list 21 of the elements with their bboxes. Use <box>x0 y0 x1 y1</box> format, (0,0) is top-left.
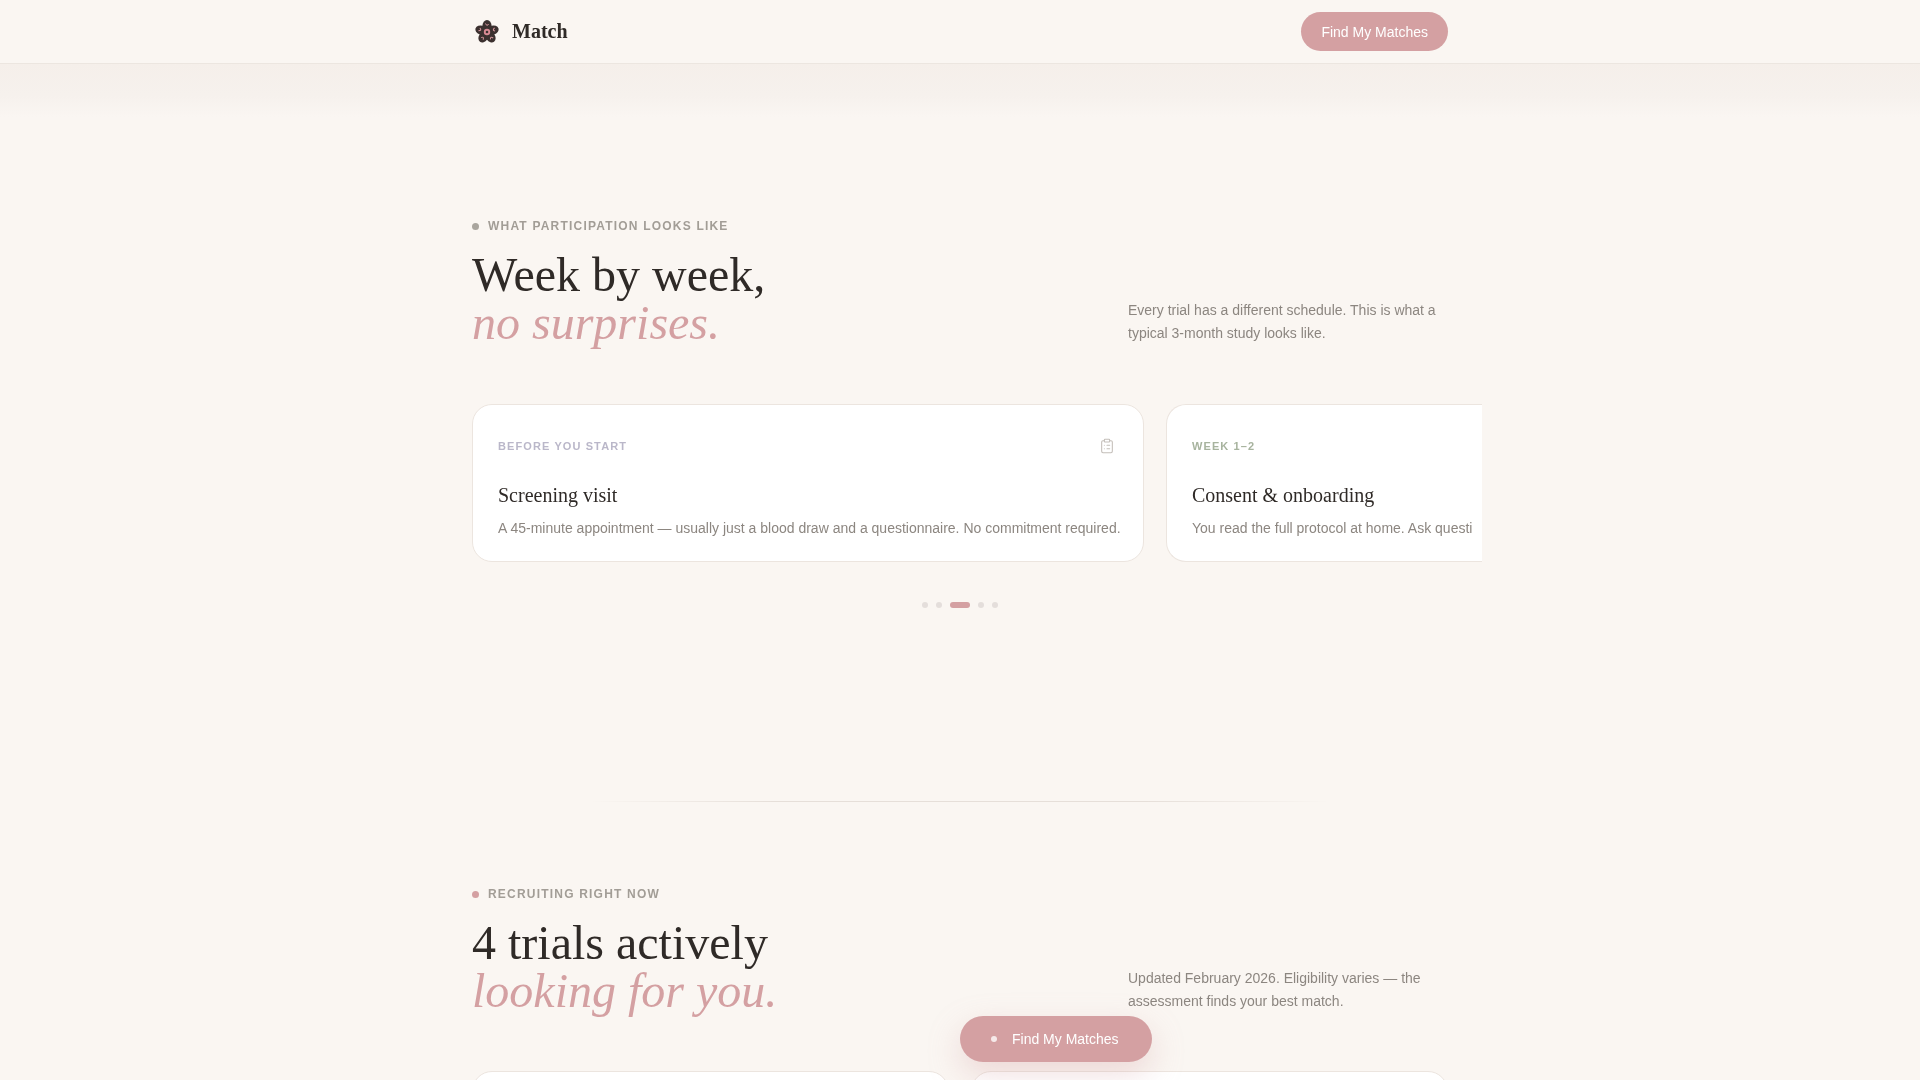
carousel-dot[interactable] <box>992 602 998 608</box>
step-description: You read the full protocol at home. Ask questi <box>1192 519 1473 538</box>
find-matches-button[interactable]: Find My Matches <box>1301 12 1448 51</box>
find-matches-button[interactable]: Find My Matches <box>960 1016 1152 1062</box>
section-intro: Updated February 2026. Eligibility varies — the assessment finds your best match. <box>1128 969 1422 1011</box>
section-heading: Week by week, no surprises. <box>472 251 766 347</box>
step-label: BEFORE YOU START <box>498 439 628 453</box>
step-description: A 45-minute appointment — usually just a blood draw and a questionnaire. No commitment required. <box>498 519 1121 538</box>
carousel-dot[interactable] <box>922 602 928 608</box>
brand-name: Match <box>512 20 568 43</box>
step-title: Screening visit <box>498 483 618 508</box>
section-eyebrow: WHAT PARTICIPATION LOOKS LIKE <box>488 218 729 234</box>
carousel-dot[interactable] <box>936 602 942 608</box>
dot-icon <box>991 1036 997 1042</box>
carousel-dot[interactable] <box>978 602 984 608</box>
section-heading: 4 trials actively looking for you. <box>472 919 778 1015</box>
section-intro: Every trial has a different schedule. This is what a typical 3-month study looks like. <box>1128 301 1437 343</box>
step-title: Consent & onboarding <box>1192 483 1375 508</box>
flower-icon <box>475 19 499 44</box>
section-eyebrow: RECRUITING RIGHT NOW <box>488 886 660 902</box>
step-label: WEEK 1–2 <box>1192 439 1256 453</box>
